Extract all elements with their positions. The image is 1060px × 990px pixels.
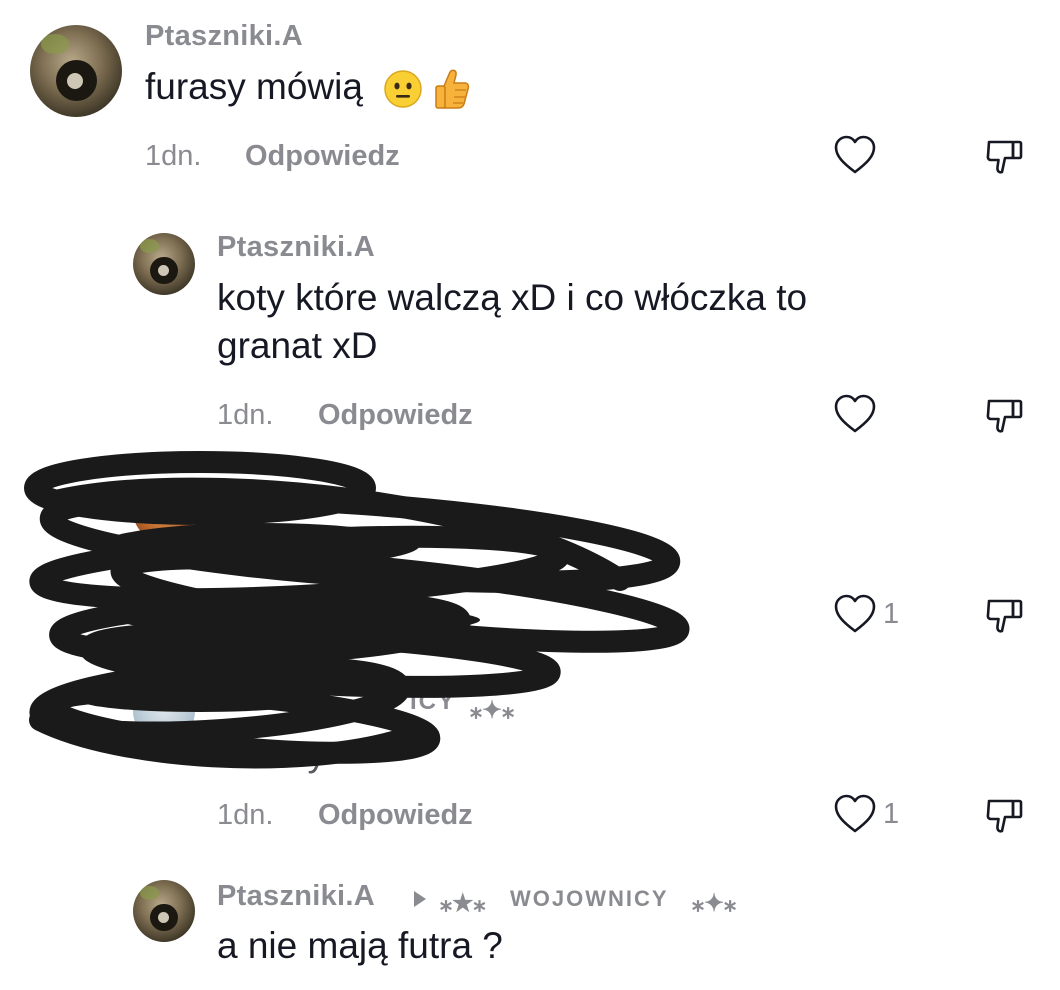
reply-button[interactable]: Odpowiedz xyxy=(318,399,473,432)
thumbs-down-outline-icon xyxy=(986,399,1023,433)
comment-time: 1dn. xyxy=(145,140,202,172)
like-button[interactable]: 1 xyxy=(833,593,899,635)
thumbs-up-emoji xyxy=(434,69,469,109)
comment-text-content: furasy mówią xyxy=(145,66,363,107)
comment-text-fragment: to koty xyxy=(217,733,326,774)
like-button[interactable]: 1 xyxy=(833,793,899,835)
thumbs-down-outline-icon xyxy=(986,599,1023,633)
comment-text-line-1: koty które walczą xD i co włóczka to xyxy=(217,277,808,318)
reply-target-decor-left: ⁎★⁎ xyxy=(440,890,486,917)
reply-target-decor-right: ⁎✦⁎ xyxy=(692,890,737,917)
dislike-button[interactable] xyxy=(985,136,1025,181)
triangle-right-icon xyxy=(414,891,426,907)
dislike-button[interactable] xyxy=(985,795,1025,840)
comment-text: furasy mówią xyxy=(145,63,470,111)
avatar[interactable] xyxy=(133,880,195,942)
neutral-face-emoji xyxy=(384,70,422,108)
avatar[interactable] xyxy=(133,233,195,295)
comment-text-line-2: granat xD xyxy=(217,325,378,366)
avatar[interactable] xyxy=(30,25,122,117)
heart-outline-icon xyxy=(834,594,876,633)
group-tag-decor: ⁎✦⁎ xyxy=(470,697,515,724)
like-button[interactable] xyxy=(833,393,883,435)
heart-outline-icon xyxy=(834,135,876,174)
dislike-button[interactable] xyxy=(985,595,1025,640)
dislike-button[interactable] xyxy=(985,395,1025,440)
comment-time: 1dn. xyxy=(217,799,274,831)
reply-button[interactable]: Odpowiedz xyxy=(245,140,400,173)
reply-target-name[interactable]: WOJOWNICY xyxy=(510,886,669,912)
reply-button[interactable]: Odpowiedz xyxy=(318,799,473,832)
avatar[interactable] xyxy=(133,480,195,542)
thumbs-down-outline-icon xyxy=(986,140,1023,174)
heart-outline-icon xyxy=(834,394,876,433)
comment-time: 1dn. xyxy=(217,399,274,431)
like-count: 1 xyxy=(883,597,900,630)
thumbs-down-outline-icon xyxy=(986,799,1023,833)
comment-text: a nie mają futra ? xyxy=(217,925,503,966)
group-tag-fragment: ICY xyxy=(410,688,457,715)
like-button[interactable] xyxy=(833,134,883,176)
comment-username[interactable]: Ptaszniki.A xyxy=(217,231,375,264)
comment-text-fragment: to koty xyxy=(217,533,326,574)
like-count: 1 xyxy=(883,797,900,830)
avatar[interactable] xyxy=(133,680,195,742)
heart-outline-icon xyxy=(834,794,876,833)
comment-username[interactable]: Ptaszniki.A xyxy=(217,880,375,913)
comment-username[interactable]: Ptaszniki.A xyxy=(145,20,303,53)
